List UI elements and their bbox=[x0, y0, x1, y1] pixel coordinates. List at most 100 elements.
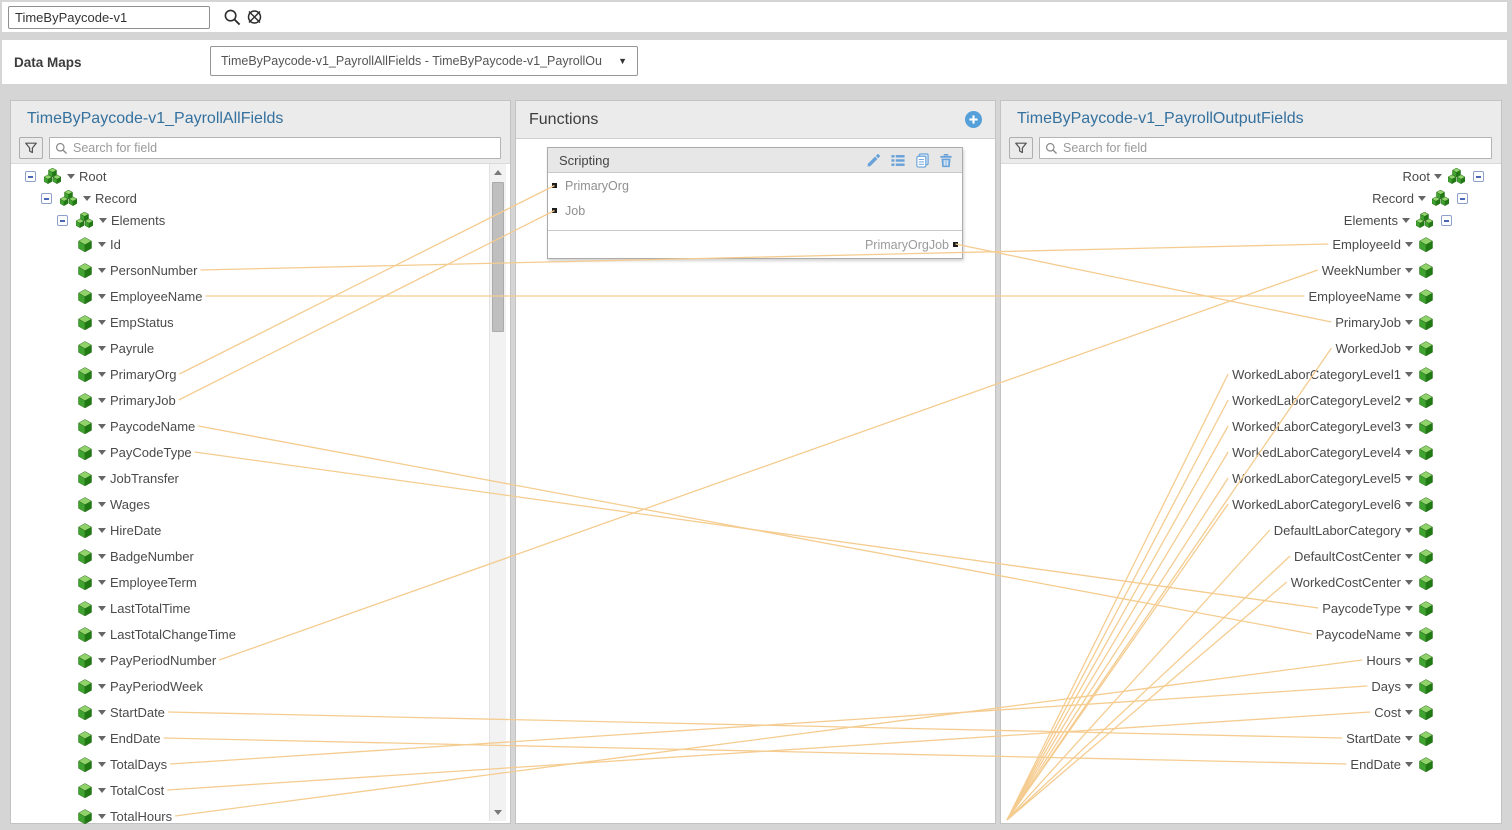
chevron-down-icon[interactable] bbox=[1434, 174, 1442, 183]
chevron-down-icon[interactable] bbox=[98, 268, 106, 277]
chevron-down-icon[interactable] bbox=[1405, 580, 1413, 589]
chevron-down-icon[interactable] bbox=[1405, 710, 1413, 719]
chevron-down-icon[interactable] bbox=[98, 242, 106, 251]
chevron-down-icon[interactable] bbox=[98, 580, 106, 589]
left-field-EmployeeTerm[interactable]: EmployeeTerm bbox=[11, 569, 510, 595]
right-field-EmployeeId[interactable]: EmployeeId bbox=[1001, 231, 1501, 257]
chevron-down-icon[interactable] bbox=[1405, 346, 1413, 355]
chevron-down-icon[interactable] bbox=[98, 320, 106, 329]
right-field-PrimaryJob[interactable]: PrimaryJob bbox=[1001, 309, 1501, 335]
chevron-down-icon[interactable] bbox=[98, 398, 106, 407]
right-field-Hours[interactable]: Hours bbox=[1001, 647, 1501, 673]
target-search-input[interactable] bbox=[1063, 141, 1486, 155]
output-port[interactable] bbox=[953, 242, 958, 247]
data-map-select[interactable]: TimeByPaycode-v1_PayrollAllFields - Time… bbox=[210, 46, 638, 76]
chevron-down-icon[interactable] bbox=[1405, 658, 1413, 667]
left-field-TotalHours[interactable]: TotalHours bbox=[11, 803, 510, 829]
chevron-down-icon[interactable] bbox=[98, 606, 106, 615]
chevron-down-icon[interactable] bbox=[98, 788, 106, 797]
chevron-down-icon[interactable] bbox=[98, 632, 106, 641]
chevron-down-icon[interactable] bbox=[1405, 294, 1413, 303]
global-search-input[interactable] bbox=[8, 6, 210, 29]
copy-icon[interactable] bbox=[915, 153, 930, 168]
right-field-EmployeeName[interactable]: EmployeeName bbox=[1001, 283, 1501, 309]
search-icon[interactable] bbox=[223, 8, 242, 27]
chevron-down-icon[interactable] bbox=[1405, 554, 1413, 563]
chevron-down-icon[interactable] bbox=[98, 450, 106, 459]
right-field-EndDate[interactable]: EndDate bbox=[1001, 751, 1501, 777]
clear-search-icon[interactable] bbox=[245, 8, 264, 27]
chevron-down-icon[interactable] bbox=[1405, 502, 1413, 511]
left-field-EndDate[interactable]: EndDate bbox=[11, 725, 510, 751]
source-field-search[interactable] bbox=[49, 137, 501, 159]
chevron-down-icon[interactable] bbox=[1405, 268, 1413, 277]
scrollbar-thumb[interactable] bbox=[492, 182, 504, 332]
chevron-down-icon[interactable] bbox=[83, 196, 91, 205]
left-field-TotalDays[interactable]: TotalDays bbox=[11, 751, 510, 777]
right-field-StartDate[interactable]: StartDate bbox=[1001, 725, 1501, 751]
left-field-PayPeriodWeek[interactable]: PayPeriodWeek bbox=[11, 673, 510, 699]
chevron-down-icon[interactable] bbox=[98, 762, 106, 771]
scroll-down-button[interactable] bbox=[490, 805, 506, 821]
chevron-down-icon[interactable] bbox=[98, 502, 106, 511]
left-node-Elements[interactable]: Elements bbox=[11, 209, 510, 231]
right-field-Cost[interactable]: Cost bbox=[1001, 699, 1501, 725]
chevron-down-icon[interactable] bbox=[99, 218, 107, 227]
left-field-PrimaryOrg[interactable]: PrimaryOrg bbox=[11, 361, 510, 387]
input-port[interactable] bbox=[552, 183, 557, 188]
right-field-WorkedLaborCategoryLevel3[interactable]: WorkedLaborCategoryLevel3 bbox=[1001, 413, 1501, 439]
left-field-Wages[interactable]: Wages bbox=[11, 491, 510, 517]
add-function-button[interactable] bbox=[965, 111, 982, 128]
chevron-down-icon[interactable] bbox=[1405, 762, 1413, 771]
chevron-down-icon[interactable] bbox=[1405, 450, 1413, 459]
chevron-down-icon[interactable] bbox=[98, 658, 106, 667]
chevron-down-icon[interactable] bbox=[1405, 424, 1413, 433]
right-node-Record[interactable]: Record bbox=[1001, 187, 1501, 209]
left-field-PayCodeType[interactable]: PayCodeType bbox=[11, 439, 510, 465]
chevron-down-icon[interactable] bbox=[67, 174, 75, 183]
filter-funnel-button[interactable] bbox=[1009, 137, 1033, 159]
right-field-WorkedLaborCategoryLevel1[interactable]: WorkedLaborCategoryLevel1 bbox=[1001, 361, 1501, 387]
collapse-toggle[interactable] bbox=[1473, 171, 1484, 182]
right-field-PaycodeName[interactable]: PaycodeName bbox=[1001, 621, 1501, 647]
collapse-toggle[interactable] bbox=[57, 215, 68, 226]
left-field-EmployeeName[interactable]: EmployeeName bbox=[11, 283, 510, 309]
chevron-down-icon[interactable] bbox=[1405, 736, 1413, 745]
target-field-search[interactable] bbox=[1039, 137, 1492, 159]
left-field-PaycodeName[interactable]: PaycodeName bbox=[11, 413, 510, 439]
left-field-JobTransfer[interactable]: JobTransfer bbox=[11, 465, 510, 491]
right-field-WorkedLaborCategoryLevel6[interactable]: WorkedLaborCategoryLevel6 bbox=[1001, 491, 1501, 517]
chevron-down-icon[interactable] bbox=[98, 372, 106, 381]
collapse-toggle[interactable] bbox=[1457, 193, 1468, 204]
chevron-down-icon[interactable] bbox=[1405, 528, 1413, 537]
right-node-Elements[interactable]: Elements bbox=[1001, 209, 1501, 231]
chevron-down-icon[interactable] bbox=[98, 710, 106, 719]
chevron-down-icon[interactable] bbox=[98, 736, 106, 745]
collapse-toggle[interactable] bbox=[1441, 215, 1452, 226]
left-field-PersonNumber[interactable]: PersonNumber bbox=[11, 257, 510, 283]
left-field-Id[interactable]: Id bbox=[11, 231, 510, 257]
right-field-WorkedLaborCategoryLevel5[interactable]: WorkedLaborCategoryLevel5 bbox=[1001, 465, 1501, 491]
chevron-down-icon[interactable] bbox=[1405, 684, 1413, 693]
source-search-input[interactable] bbox=[73, 141, 495, 155]
right-field-WorkedJob[interactable]: WorkedJob bbox=[1001, 335, 1501, 361]
left-field-TotalCost[interactable]: TotalCost bbox=[11, 777, 510, 803]
right-field-DefaultCostCenter[interactable]: DefaultCostCenter bbox=[1001, 543, 1501, 569]
left-tree-scrollbar[interactable] bbox=[489, 164, 506, 821]
input-port[interactable] bbox=[552, 208, 557, 213]
collapse-toggle[interactable] bbox=[25, 171, 36, 182]
chevron-down-icon[interactable] bbox=[1405, 476, 1413, 485]
right-field-Days[interactable]: Days bbox=[1001, 673, 1501, 699]
left-field-BadgeNumber[interactable]: BadgeNumber bbox=[11, 543, 510, 569]
left-node-Root[interactable]: Root bbox=[11, 165, 510, 187]
collapse-toggle[interactable] bbox=[41, 193, 52, 204]
chevron-down-icon[interactable] bbox=[1405, 606, 1413, 615]
chevron-down-icon[interactable] bbox=[1405, 242, 1413, 251]
scroll-up-button[interactable] bbox=[490, 164, 506, 180]
list-icon[interactable] bbox=[890, 153, 906, 168]
chevron-down-icon[interactable] bbox=[98, 346, 106, 355]
chevron-down-icon[interactable] bbox=[1405, 372, 1413, 381]
chevron-down-icon[interactable] bbox=[98, 684, 106, 693]
left-node-Record[interactable]: Record bbox=[11, 187, 510, 209]
trash-icon[interactable] bbox=[939, 153, 953, 168]
